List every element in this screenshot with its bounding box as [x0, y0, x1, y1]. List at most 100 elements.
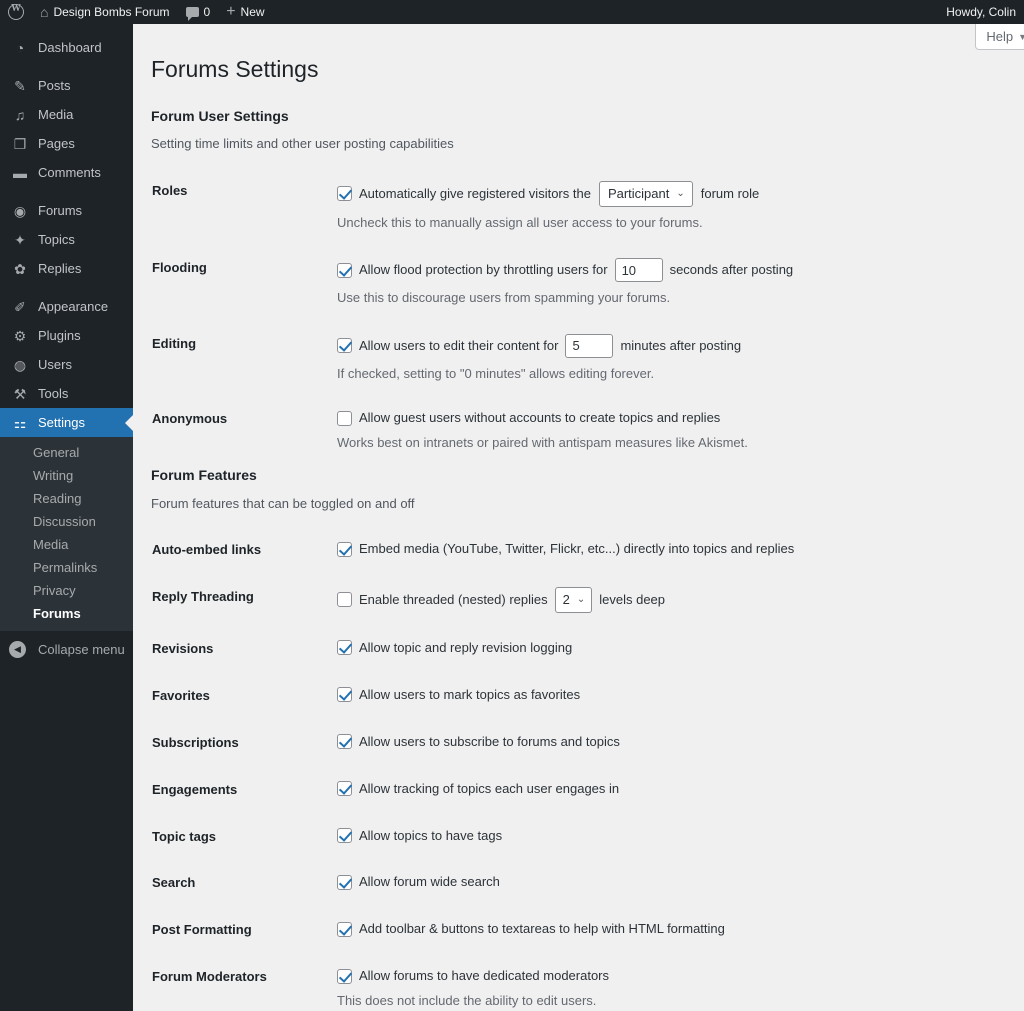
- field-line: Embed media (YouTube, Twitter, Flickr, e…: [337, 540, 994, 558]
- sidebar-item-replies[interactable]: ✿ Replies: [0, 254, 133, 283]
- field-label-before: Allow topic and reply revision logging: [359, 639, 573, 655]
- field-label-after: levels deep: [599, 591, 666, 607]
- page-title: Forums Settings: [151, 56, 319, 82]
- settings-icon: ⚏: [13, 414, 27, 431]
- screen-meta-links: Help ▼: [975, 24, 1024, 56]
- sidebar-item-tools[interactable]: ⚒ Tools: [0, 379, 133, 408]
- field-label-before: Allow users to edit their content for: [359, 337, 559, 353]
- checkbox-roles[interactable]: [337, 186, 352, 202]
- settings-row-label: Revisions: [152, 640, 214, 656]
- input-flooding[interactable]: [614, 258, 663, 283]
- settings-row-label: Roles: [152, 182, 188, 198]
- users-icon: ◍: [13, 356, 27, 373]
- field-line: Allow topics to have tags: [337, 827, 994, 845]
- dashboard-icon: ◔: [15, 39, 25, 56]
- sidebar-item-pages[interactable]: ❐ Pages: [0, 129, 133, 158]
- checkbox-revisions[interactable]: [337, 640, 352, 656]
- field-line: Allow forum wide search: [337, 873, 994, 891]
- checkbox-reply-threading[interactable]: [337, 592, 352, 608]
- site-name-menu-item[interactable]: ⌂ Design Bombs Forum: [32, 0, 178, 24]
- submenu-item-writing[interactable]: Writing: [0, 464, 133, 487]
- select-roles[interactable]: Participant ⌄: [598, 180, 693, 207]
- sidebar-item-dashboard[interactable]: ◔ Dashboard: [0, 33, 133, 62]
- field-line: Allow users to subscribe to forums and t…: [337, 733, 994, 751]
- help-tab-button[interactable]: Help ▼: [975, 24, 1024, 50]
- sidebar-item-appearance[interactable]: ✐ Appearance: [0, 292, 133, 321]
- settings-row-field: Embed media (YouTube, Twitter, Flickr, e…: [337, 527, 1004, 574]
- collapse-menu-label: Collapse menu: [38, 642, 125, 657]
- checkbox-auto-embed-links[interactable]: [337, 541, 352, 557]
- field-line: Automatically give registered visitors t…: [337, 180, 994, 207]
- settings-row: Editing Allow users to edit their content…: [151, 321, 1004, 397]
- sidebar-item-media[interactable]: ♫ Media: [0, 100, 133, 129]
- sidebar-item-posts[interactable]: ✎ Posts: [0, 71, 133, 100]
- settings-row-field: Automatically give registered visitors t…: [337, 168, 1004, 246]
- field-line: Allow forums to have dedicated moderator…: [337, 967, 994, 985]
- settings-row: Flooding Allow flood protection by thrott…: [151, 245, 1004, 321]
- forums-icon: ◉: [13, 202, 27, 219]
- field-label-before: Allow forum wide search: [359, 874, 500, 890]
- media-icon: ♫: [14, 106, 26, 123]
- comment-bubble-icon: [185, 7, 199, 21]
- sidebar-item-topics[interactable]: ✦ Topics: [0, 225, 133, 254]
- submenu-item-privacy[interactable]: Privacy: [0, 579, 133, 602]
- howdy-label: Howdy, Colin: [946, 5, 1016, 19]
- submenu-item-discussion[interactable]: Discussion: [0, 510, 133, 533]
- section-title: Forum User Settings: [151, 107, 289, 124]
- checkbox-post-formatting[interactable]: [337, 921, 352, 937]
- field-line: Allow flood protection by throttling use…: [337, 258, 994, 283]
- field-label-after: forum role: [700, 185, 760, 201]
- sidebar-item-plugins[interactable]: ⚙ Plugins: [0, 321, 133, 350]
- menu-separator: [0, 283, 133, 292]
- select-value: 2: [562, 591, 570, 607]
- checkbox-engagements[interactable]: [337, 781, 352, 797]
- admin-sidebar-menu: ◔ Dashboard ✎ Posts ♫ Media ❐ Pages ▬ Comments ◉ Fo…: [0, 24, 133, 1011]
- new-content-menu-item[interactable]: + New: [218, 0, 272, 24]
- submenu-item-forums[interactable]: Forums: [0, 602, 133, 625]
- sidebar-item-comments[interactable]: ▬ Comments: [0, 158, 133, 187]
- sidebar-item-label: Topics: [38, 232, 75, 247]
- field-line: Allow topic and reply revision logging: [337, 639, 994, 657]
- settings-row-field: Allow topics to have tags: [337, 814, 1004, 861]
- field-description: If checked, setting to "0 minutes" allow…: [337, 365, 655, 381]
- sidebar-item-label: Posts: [38, 78, 71, 93]
- sidebar-item-label: Forums: [38, 203, 83, 218]
- sidebar-item-label: Users: [38, 357, 72, 372]
- sidebar-item-settings[interactable]: ⚏ Settings: [0, 408, 133, 437]
- checkbox-subscriptions[interactable]: [337, 734, 352, 750]
- checkbox-topic-tags[interactable]: [337, 828, 352, 844]
- submenu-item-media[interactable]: Media: [0, 533, 133, 556]
- chevron-down-icon: ▼: [1018, 31, 1024, 42]
- checkbox-flooding[interactable]: [337, 262, 352, 278]
- checkbox-anonymous[interactable]: [337, 410, 352, 426]
- submenu-item-reading[interactable]: Reading: [0, 487, 133, 510]
- checkbox-editing[interactable]: [337, 338, 352, 354]
- comments-menu-item[interactable]: 0: [178, 0, 219, 24]
- collapse-arrow-icon: ◀: [9, 641, 26, 658]
- checkbox-search[interactable]: [337, 874, 352, 890]
- settings-row-field: Allow users to subscribe to forums and t…: [337, 720, 1004, 767]
- field-label-after: minutes after posting: [620, 337, 742, 353]
- help-label: Help: [986, 29, 1014, 44]
- settings-row-field: Allow users to edit their content for min…: [337, 321, 1004, 397]
- checkbox-favorites[interactable]: [337, 687, 352, 703]
- input-editing[interactable]: [565, 333, 614, 358]
- settings-row-label: Auto-embed links: [152, 542, 262, 558]
- submenu-item-general[interactable]: General: [0, 441, 133, 464]
- checkbox-forum-moderators[interactable]: [337, 968, 352, 984]
- my-account-menu-item[interactable]: Howdy, Colin: [938, 0, 1024, 24]
- settings-row: Search Allow forum wide search: [151, 860, 1004, 907]
- chevron-down-icon: ⌄: [676, 188, 685, 200]
- submenu-item-permalinks[interactable]: Permalinks: [0, 556, 133, 579]
- wordpress-logo-icon: [8, 3, 24, 20]
- field-line: Add toolbar & buttons to textareas to he…: [337, 920, 994, 938]
- field-description: This does not include the ability to edi…: [337, 993, 597, 1009]
- sidebar-item-forums[interactable]: ◉ Forums: [0, 196, 133, 225]
- settings-row-label: Post Formatting: [152, 922, 252, 938]
- collapse-menu-button[interactable]: ◀ Collapse menu: [0, 635, 133, 664]
- settings-row-field: Allow forum wide search: [337, 860, 1004, 907]
- wp-logo-menu-item[interactable]: [0, 0, 32, 24]
- sidebar-item-users[interactable]: ◍ Users: [0, 350, 133, 379]
- new-label: New: [240, 5, 265, 19]
- select-reply-threading[interactable]: 2 ⌄: [554, 586, 593, 613]
